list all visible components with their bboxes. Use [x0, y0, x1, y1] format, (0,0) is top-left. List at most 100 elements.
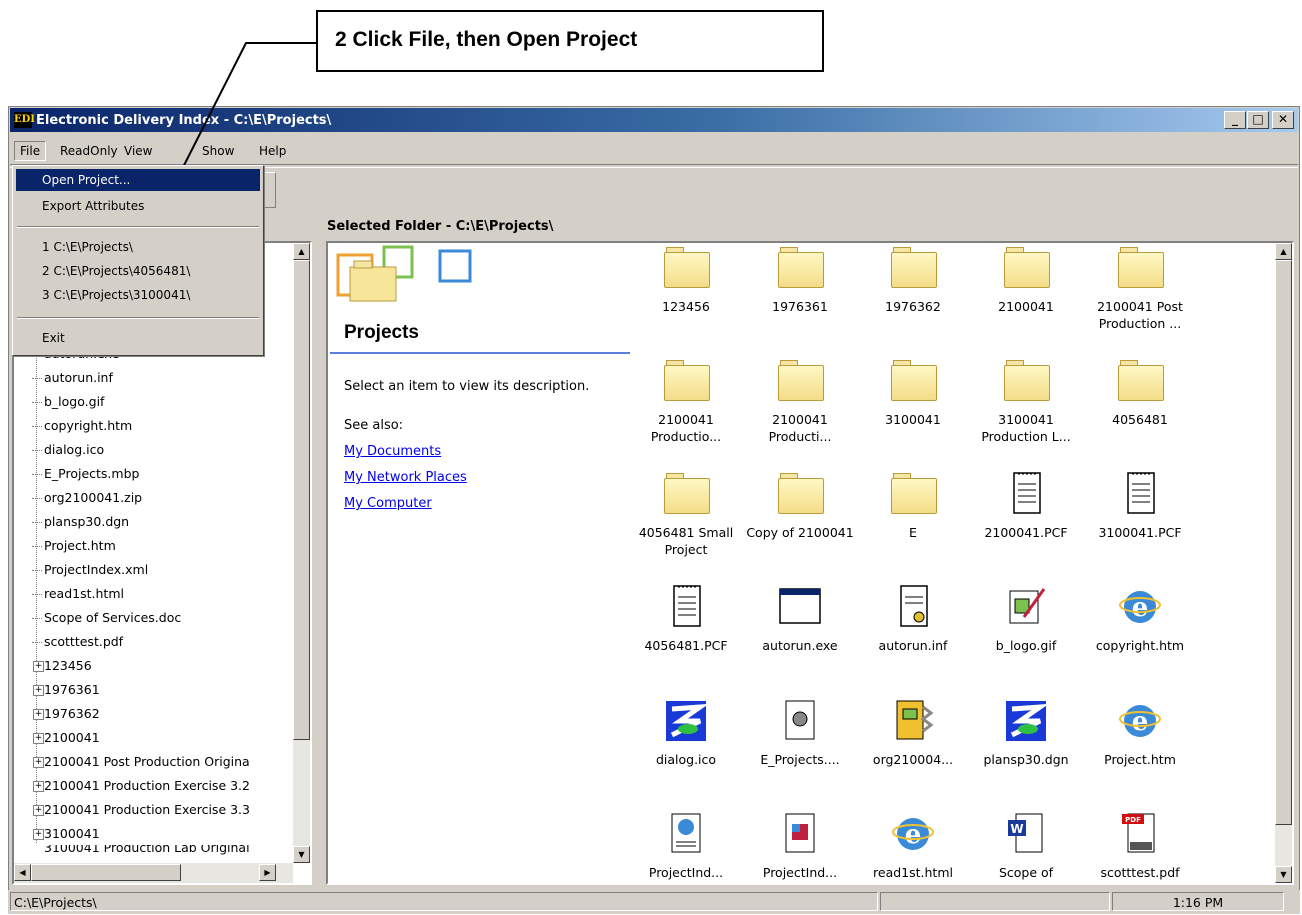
tree-folder[interactable]: +1976362	[33, 703, 100, 725]
scroll-left-icon[interactable]: ◀	[14, 864, 31, 881]
file-icon-item[interactable]: dialog.ico	[631, 697, 741, 768]
tree-file[interactable]: ProjectIndex.xml	[32, 559, 148, 581]
tree-file[interactable]: dialog.ico	[32, 439, 104, 461]
link-my-documents[interactable]: My Documents	[344, 444, 441, 459]
file-icon-item[interactable]: E_Projects....	[745, 697, 855, 768]
maximize-button[interactable]: □	[1247, 111, 1269, 129]
expand-icon[interactable]: +	[33, 829, 44, 840]
menu-readonly[interactable]: ReadOnly	[55, 141, 123, 161]
file-icon-item[interactable]: autorun.exe	[745, 583, 855, 654]
tree-hscrollbar[interactable]: ◀ ▶	[14, 863, 293, 883]
tree-folder[interactable]: +1976361	[33, 679, 100, 701]
menu-show[interactable]: Show	[197, 141, 239, 161]
file-icon-item[interactable]: autorun.inf	[858, 583, 968, 654]
scroll-down-icon[interactable]: ▼	[1275, 866, 1292, 883]
heading-rule	[330, 352, 630, 354]
file-icon-item[interactable]: 3100041	[858, 357, 968, 428]
file-icon-label: org210004...	[872, 752, 954, 767]
file-icon-item[interactable]: org210004...	[858, 697, 968, 768]
toolbar-grip[interactable]	[262, 172, 276, 208]
file-icon-label: scotttest.pdf	[1100, 865, 1180, 880]
scroll-up-icon[interactable]: ▲	[293, 243, 310, 260]
file-icon-item[interactable]: 4056481.PCF	[631, 583, 741, 654]
file-icon-item[interactable]: 2100041	[971, 244, 1081, 315]
tree-file[interactable]: autorun.inf	[32, 367, 113, 389]
expand-icon[interactable]: +	[33, 661, 44, 672]
tree-file[interactable]: b_logo.gif	[32, 391, 104, 413]
menu-item-recent-2[interactable]: 2 C:\E\Projects\4056481\	[16, 260, 260, 282]
menu-item-exit[interactable]: Exit	[16, 327, 260, 349]
expand-icon[interactable]: +	[33, 757, 44, 768]
expand-icon[interactable]: +	[33, 733, 44, 744]
folder-contents-pane[interactable]: ▲ ▼	[326, 241, 1294, 885]
file-icon-item[interactable]: 4056481 Small Project	[631, 470, 741, 558]
tree-folder[interactable]: +123456	[33, 655, 92, 677]
folder-icon	[776, 470, 824, 516]
file-icon-item[interactable]: 2100041 Productio...	[631, 357, 741, 445]
file-icon-item[interactable]: e Project.htm	[1085, 697, 1195, 768]
tree-folder[interactable]: +2100041	[33, 727, 100, 749]
projects-banner-icon	[336, 245, 472, 302]
file-icon-label: 4056481.PCF	[644, 638, 728, 653]
tree-folder[interactable]: +3100041	[33, 823, 100, 845]
tree-file[interactable]: Scope of Services.doc	[32, 607, 181, 629]
scroll-thumb[interactable]	[31, 864, 181, 881]
file-icon-item[interactable]: ProjectInd...	[631, 810, 741, 885]
menu-item-export-attributes[interactable]: Export Attributes	[16, 195, 260, 217]
tree-file[interactable]: read1st.html	[32, 583, 124, 605]
expand-icon[interactable]: +	[33, 805, 44, 816]
tree-vscrollbar[interactable]: ▲ ▼	[293, 243, 310, 863]
tree-folder[interactable]: +2100041 Production Exercise 3.2	[33, 775, 250, 797]
menu-file[interactable]: File	[14, 141, 47, 161]
menu-view[interactable]: View	[119, 141, 157, 161]
scroll-thumb[interactable]	[293, 260, 310, 740]
file-icon-item[interactable]: 2100041 Producti...	[745, 357, 855, 445]
menu-help[interactable]: Help	[254, 141, 291, 161]
file-icon-item[interactable]: 4056481	[1085, 357, 1195, 428]
tree-file[interactable]: org2100041.zip	[32, 487, 142, 509]
file-icon-item[interactable]: 123456	[631, 244, 741, 315]
dgn-file-icon	[1002, 697, 1050, 743]
link-my-network-places[interactable]: My Network Places	[344, 470, 467, 485]
file-icon-item[interactable]: W Scope of	[971, 810, 1081, 885]
file-icon-item[interactable]: E	[858, 470, 968, 541]
file-icon-item[interactable]: 1976362	[858, 244, 968, 315]
menu-item-recent-1[interactable]: 1 C:\E\Projects\	[16, 236, 260, 258]
file-icon-item[interactable]: 3100041 Production L...	[971, 357, 1081, 445]
tree-file[interactable]: copyright.htm	[32, 415, 132, 437]
tree-file[interactable]: plansp30.dgn	[32, 511, 129, 533]
file-icon-item[interactable]: plansp30.dgn	[971, 697, 1081, 768]
scroll-down-icon[interactable]: ▼	[293, 846, 310, 863]
file-icon-item[interactable]: 1976361	[745, 244, 855, 315]
file-icon-item[interactable]: Copy of 2100041	[745, 470, 855, 541]
file-icon-item[interactable]: 2100041.PCF	[971, 470, 1081, 541]
tree-folder[interactable]: 3100041 Production Lab Original	[44, 845, 250, 855]
menu-item-open-project[interactable]: Open Project...	[16, 169, 260, 191]
scroll-thumb[interactable]	[1275, 260, 1292, 825]
minimize-button[interactable]: _	[1224, 111, 1246, 129]
tree-folder[interactable]: +2100041 Production Exercise 3.3	[33, 799, 250, 821]
file-icon-item[interactable]: 2100041 Post Production ...	[1085, 244, 1195, 332]
contents-vscrollbar[interactable]: ▲ ▼	[1275, 243, 1292, 883]
tree-file[interactable]: scotttest.pdf	[32, 631, 123, 653]
scroll-right-icon[interactable]: ▶	[259, 864, 276, 881]
expand-icon[interactable]: +	[33, 709, 44, 720]
tree-file[interactable]: E_Projects.mbp	[32, 463, 139, 485]
close-button[interactable]: ✕	[1272, 111, 1294, 129]
file-icon-item[interactable]: e read1st.html	[858, 810, 968, 885]
selected-folder-label: Selected Folder - C:\E\Projects\	[327, 219, 554, 234]
scroll-up-icon[interactable]: ▲	[1275, 243, 1292, 260]
pcf-file-icon	[1002, 470, 1050, 516]
file-icon-item[interactable]: PDF scotttest.pdf	[1085, 810, 1195, 885]
menu-item-recent-3[interactable]: 3 C:\E\Projects\3100041\	[16, 284, 260, 306]
file-icon-item[interactable]: b_logo.gif	[971, 583, 1081, 654]
file-icon-item[interactable]: e copyright.htm	[1085, 583, 1195, 654]
link-my-computer[interactable]: My Computer	[344, 496, 432, 511]
tree-folder[interactable]: +2100041 Post Production Origina	[33, 751, 250, 773]
expand-icon[interactable]: +	[33, 685, 44, 696]
file-icon-item[interactable]: 3100041.PCF	[1085, 470, 1195, 541]
expand-icon[interactable]: +	[33, 781, 44, 792]
tree-file[interactable]: Project.htm	[32, 535, 116, 557]
file-icon-item[interactable]: ProjectInd...	[745, 810, 855, 885]
folder-icon	[889, 357, 937, 403]
